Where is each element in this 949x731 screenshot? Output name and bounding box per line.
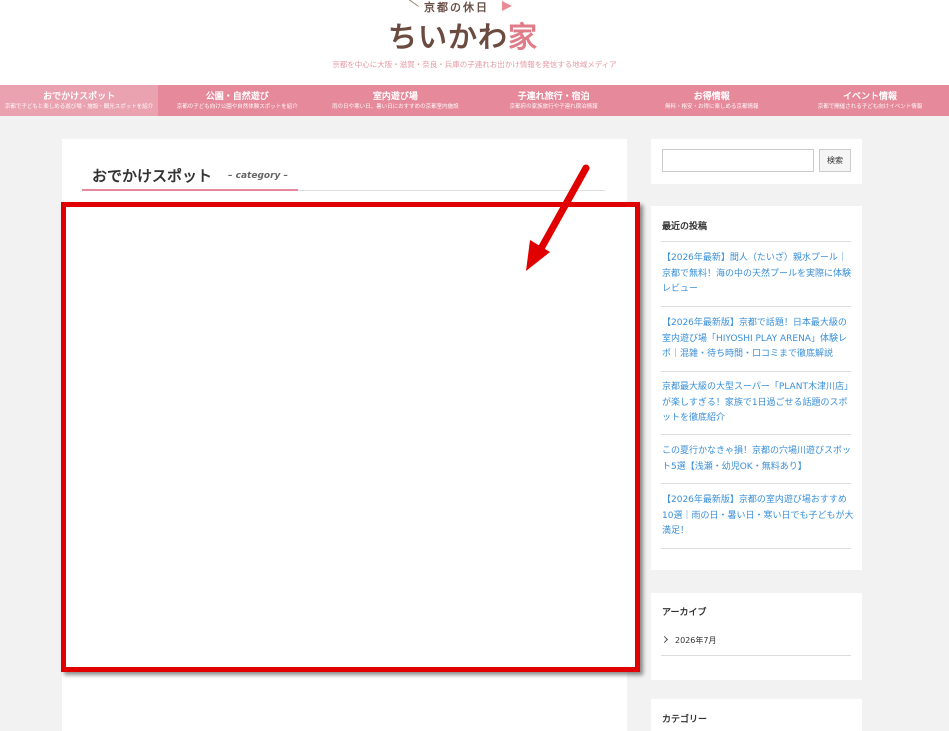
nav-item-odekake[interactable]: おでかけスポット 京都で子どもと楽しめる遊び場・施設・観光スポットを紹介: [0, 85, 159, 116]
divider: [661, 548, 851, 549]
divider: [661, 306, 851, 307]
logo-title: ちいかわ家: [388, 14, 538, 56]
recent-post-link[interactable]: この夏行かなきゃ損！京都の穴場川遊びスポット5選【浅瀬・幼児OK・無料あり】: [662, 444, 854, 475]
arrow-annotation: [526, 164, 590, 271]
widget-title: カテゴリー: [662, 715, 708, 725]
logo-decoration: [406, 0, 420, 7]
recent-post-link[interactable]: 【2026年最新版】京都で話題！日本最大級の室内遊び場「HIYOSHI PLAY…: [662, 316, 854, 363]
flag-icon: [502, 1, 512, 11]
nav-item-park[interactable]: 公園・自然遊び 京都の子ども向け公園や自然体験スポットを紹介: [158, 85, 316, 116]
archive-widget: アーカイブ 2026年7月: [651, 593, 862, 680]
logo-subtitle: 京都の休日: [424, 1, 489, 14]
divider: [661, 241, 851, 242]
search-widget: 検索: [651, 139, 862, 184]
nav-item-title: お得情報: [693, 92, 730, 102]
search-input[interactable]: [662, 149, 814, 172]
archive-link[interactable]: 2026年7月: [660, 635, 717, 646]
divider: [661, 371, 851, 372]
nav-item-subtitle: 京都で子どもと楽しめる遊び場・施設・観光スポットを紹介: [4, 104, 154, 110]
nav-item-title: イベント情報: [842, 92, 897, 102]
divider: [661, 434, 851, 435]
search-button[interactable]: 検索: [819, 149, 851, 172]
logo-title-accent: 家: [508, 20, 539, 54]
nav-item-subtitle: 京都で開催される子ども向けイベント情報: [817, 104, 923, 110]
recent-post-link[interactable]: 【2026年最新】間人（たいざ）親水プール｜京都で無料！海の中の天然プールを実際…: [662, 251, 854, 298]
widget-title: 最近の投稿: [662, 222, 708, 232]
page-title: おでかけスポット: [92, 167, 213, 185]
global-nav: おでかけスポット 京都で子どもと楽しめる遊び場・施設・観光スポットを紹介 公園・…: [0, 85, 949, 116]
nav-item-indoor[interactable]: 室内遊び場 雨の日や寒い日、暑い日におすすめの京都室内施設: [316, 85, 474, 116]
logo-title-main: ちいかわ: [388, 20, 509, 54]
recent-posts-widget: 最近の投稿 【2026年最新】間人（たいざ）親水プール｜京都で無料！海の中の天然…: [651, 206, 862, 570]
nav-item-subtitle: 無料・格安・お得に楽しめる京都情報: [665, 104, 759, 110]
nav-item-subtitle: 京都の子ども向け公園や自然体験スポットを紹介: [176, 104, 298, 110]
nav-item-deals[interactable]: お得情報 無料・格安・お得に楽しめる京都情報: [633, 85, 791, 116]
recent-post-link[interactable]: 【2026年最新版】京都の室内遊び場おすすめ10選｜雨の日・暑い日・寒い日でも子…: [662, 493, 854, 540]
title-underline: [82, 189, 298, 191]
nav-item-subtitle: 京都府の家族旅行や子連れ宿泊情報: [509, 104, 598, 110]
chevron-right-icon: [660, 635, 669, 644]
nav-item-subtitle: 雨の日や寒い日、暑い日におすすめの京都室内施設: [332, 104, 459, 110]
category-label: – category –: [228, 171, 289, 181]
site-logo[interactable]: 京都の休日 ちいかわ家: [374, 0, 550, 54]
nav-item-title: 公園・自然遊び: [205, 92, 269, 102]
archive-label: 2026年7月: [675, 636, 717, 645]
recent-post-link[interactable]: 京都最大級の大型スーパー「PLANT木津川店」が楽しすぎる！家族で1日過ごせる話…: [662, 380, 854, 427]
divider: [661, 655, 851, 656]
category-widget: カテゴリー: [651, 699, 862, 731]
nav-item-title: 子連れ旅行・宿泊: [517, 92, 590, 102]
site-header: 京都の休日 ちいかわ家 京都を中心に大阪・滋賀・奈良・兵庫の子連れお出かけ情報を…: [0, 0, 949, 85]
nav-item-title: 室内遊び場: [372, 92, 418, 102]
divider: [661, 483, 851, 484]
nav-item-events[interactable]: イベント情報 京都で開催される子ども向けイベント情報: [791, 85, 949, 116]
widget-title: アーカイブ: [662, 608, 707, 618]
site-tagline: 京都を中心に大阪・滋賀・奈良・兵庫の子連れお出かけ情報を発信する地域メディア: [332, 60, 617, 69]
nav-item-travel[interactable]: 子連れ旅行・宿泊 京都府の家族旅行や子連れ宿泊情報: [475, 85, 633, 116]
nav-item-title: おでかけスポット: [43, 92, 116, 102]
arrow-shaft: [534, 164, 590, 258]
